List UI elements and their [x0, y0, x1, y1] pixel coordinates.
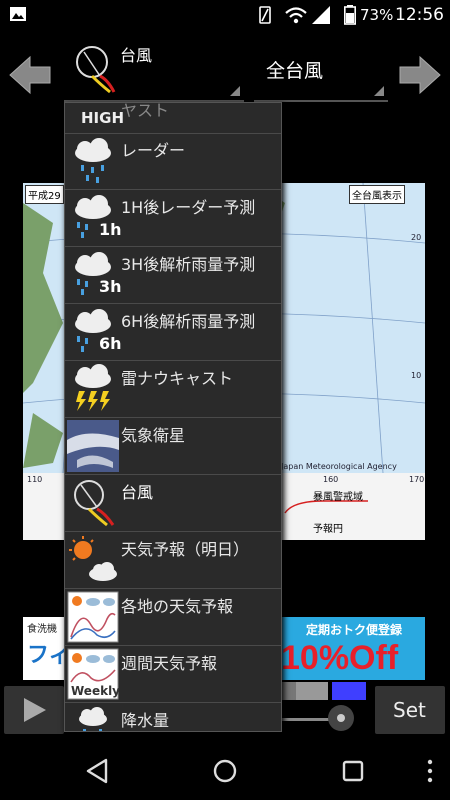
back-icon[interactable]	[84, 758, 110, 784]
lon-label: 160	[323, 475, 339, 484]
storm-warning-legend: 暴風警戒域	[313, 492, 363, 503]
battery-percent: 73%	[360, 6, 394, 24]
next-arrow-button[interactable]	[398, 53, 442, 97]
dropdown-item-label: 降水量	[121, 711, 170, 730]
spinner-dropdown-indicator	[230, 86, 240, 96]
dropdown-item-3h-rainfall-forecast[interactable]: 3h 3H後解析雨量予測	[65, 247, 281, 304]
sun-cloud-icon	[69, 536, 117, 581]
map-credit: Japan Meteorological Agency	[281, 462, 397, 471]
dropdown-item-label: 3H後解析雨量予測	[121, 255, 256, 274]
recents-icon[interactable]	[341, 759, 365, 783]
system-nav-bar	[0, 740, 450, 800]
dropdown-item-radar[interactable]: レーダー	[65, 133, 281, 190]
cell-signal-icon	[312, 6, 330, 24]
typhoon-icon	[76, 46, 116, 94]
dropdown-item-label: 週間天気予報	[121, 654, 218, 673]
dropdown-item-label: レーダー	[121, 141, 186, 160]
lon-label: 110	[27, 475, 43, 484]
opacity-slider-thumb[interactable]	[328, 705, 354, 731]
dropdown-item-6h-rainfall-forecast[interactable]: 6h 6H後解析雨量予測	[65, 304, 281, 361]
forecast-hour-badge: 6h	[99, 334, 122, 353]
high-icon: HIGH	[81, 109, 125, 127]
vibrate-icon	[259, 6, 271, 24]
local-forecast-icon	[67, 591, 119, 643]
rain-cloud-icon	[75, 138, 111, 183]
lon-label: 170	[409, 475, 425, 484]
home-icon[interactable]	[212, 758, 238, 784]
forecast-circle-legend: 予報円	[313, 524, 343, 535]
map-type-spinner[interactable]: 台風	[64, 38, 244, 102]
lat-label: 10	[411, 371, 422, 380]
dropdown-item-precipitation[interactable]: 降水量	[65, 703, 281, 731]
weekly-badge: Weekly	[71, 684, 121, 698]
dropdown-item-lightning-nowcast[interactable]: 雷ナウキャスト	[65, 361, 281, 418]
more-options-icon[interactable]	[425, 758, 435, 784]
typhoon-icon	[74, 480, 115, 527]
precipitation-icon	[79, 707, 107, 731]
color-swatch[interactable]	[296, 682, 328, 700]
dropdown-item-tomorrow-forecast[interactable]: 天気予報（明日）	[65, 532, 281, 589]
dropdown-item-typhoon[interactable]: 台風	[65, 475, 281, 532]
typhoon-select-spinner[interactable]: 全台風	[254, 38, 388, 102]
battery-icon	[344, 5, 356, 25]
spinner-dropdown-indicator	[374, 86, 384, 96]
ad-headline: 定期おトク便登録	[306, 623, 403, 637]
satellite-image-icon	[67, 420, 119, 472]
dropdown-item-label: 各地の天気予報	[121, 597, 234, 616]
all-typhoon-display-label: 全台風表示	[349, 185, 405, 204]
wifi-icon	[285, 7, 307, 24]
lat-label: 20	[411, 233, 422, 242]
color-swatch-blue[interactable]	[332, 682, 366, 700]
map-date-label: 平成29	[25, 185, 64, 204]
clock: 12:56	[395, 5, 444, 25]
dropdown-item-weather-satellite[interactable]: 気象衛星	[65, 418, 281, 475]
forecast-hour-badge: 1h	[99, 220, 122, 239]
image-notification-icon	[10, 7, 26, 21]
dropdown-item-high[interactable]: ヤスト HIGH	[65, 102, 281, 134]
dropdown-item-label: 1H後レーダー予測	[121, 198, 256, 217]
spinner-label: 台風	[120, 46, 153, 65]
dropdown-item-label: ヤスト	[121, 102, 170, 120]
set-button-label: Set	[393, 698, 426, 722]
dropdown-item-1h-radar-forecast[interactable]: 1h 1H後レーダー予測	[65, 190, 281, 247]
ad-offer: 10%Off	[281, 639, 399, 677]
lightning-icon	[75, 364, 111, 411]
dropdown-item-label: 雷ナウキャスト	[121, 369, 234, 388]
ad-small-text: 食洗機	[27, 624, 57, 635]
dropdown-item-local-forecast[interactable]: 各地の天気予報	[65, 589, 281, 646]
play-icon	[24, 698, 46, 722]
play-button[interactable]	[4, 686, 64, 734]
dropdown-item-weekly-forecast[interactable]: Weekly 週間天気予報	[65, 646, 281, 703]
dropdown-item-label: 6H後解析雨量予測	[121, 312, 256, 331]
set-button[interactable]: Set	[375, 686, 445, 734]
prev-arrow-button[interactable]	[8, 53, 52, 97]
forecast-hour-badge: 3h	[99, 277, 122, 296]
spinner-label: 全台風	[266, 60, 324, 82]
map-type-dropdown: ヤスト HIGH レーダー 1h 1H後レーダー予測 3h 3H後解析雨量予測 …	[64, 102, 282, 732]
dropdown-item-label: 台風	[121, 483, 154, 502]
dropdown-item-label: 天気予報（明日）	[121, 540, 250, 559]
status-bar: 73% 12:56	[0, 0, 450, 30]
dropdown-item-label: 気象衛星	[121, 426, 186, 445]
